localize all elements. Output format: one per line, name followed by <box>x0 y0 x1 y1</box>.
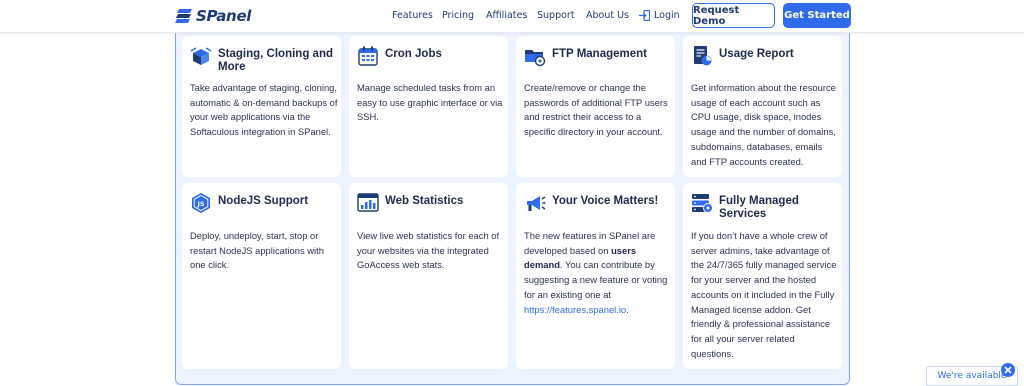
web-stats-icon <box>357 192 379 214</box>
box-icon <box>190 45 212 67</box>
feature-card-fully-managed: Fully Managed Services If you don’t have… <box>683 183 842 369</box>
login-label: Login <box>654 10 680 21</box>
card-title: FTP Management <box>552 48 647 60</box>
card-description: The new features in SPanel are developed… <box>524 230 668 315</box>
svg-text:JS: JS <box>196 200 204 208</box>
card-title: Staging, Cloning and More <box>218 48 333 73</box>
folder-gear-icon <box>524 45 546 67</box>
spanel-logo-icon <box>175 9 192 23</box>
nav-about-us[interactable]: About Us <box>586 10 629 21</box>
card-description: If you don’t have a whole crew of server… <box>691 230 837 359</box>
card-title: Web Statistics <box>385 195 464 207</box>
card-description: Deploy, undeploy, start, stop or restart… <box>190 230 324 271</box>
calendar-icon <box>357 45 379 67</box>
close-icon[interactable] <box>1001 363 1015 377</box>
features-link[interactable]: https://features.spanel.io <box>524 304 626 315</box>
card-title: Fully Managed Services <box>719 195 799 220</box>
feature-card-cron-jobs: Cron Jobs Manage scheduled tasks from an… <box>349 36 508 177</box>
megaphone-icon <box>524 192 546 214</box>
features-grid: Staging, Cloning and More Take advantage … <box>175 20 850 385</box>
feature-card-web-statistics: Web Statistics View live web statistics … <box>349 183 508 369</box>
logo-text: SPanel <box>196 7 252 25</box>
card-description: Get information about the resource usage… <box>691 82 836 167</box>
top-navbar: SPanel Features Pricing Affiliates Suppo… <box>0 0 1024 33</box>
card-description: Create/remove or change the passwords of… <box>524 82 668 138</box>
nav-login[interactable]: Login <box>639 10 680 21</box>
card-description: View live web statistics for each of you… <box>357 230 500 271</box>
card-title: Usage Report <box>719 48 794 60</box>
feature-card-ftp-management: FTP Management Create/remove or change t… <box>516 36 675 177</box>
card-title: NodeJS Support <box>218 195 309 207</box>
feature-card-usage-report: Usage Report Get information about the r… <box>683 36 842 177</box>
card-description: Manage scheduled tasks from an easy to u… <box>357 82 503 123</box>
nodejs-icon: JS <box>190 192 212 214</box>
feature-card-nodejs: JS NodeJS Support Deploy, undeploy, star… <box>182 183 341 369</box>
feature-card-your-voice: Your Voice Matters! The new features in … <box>516 183 675 369</box>
card-title: Cron Jobs <box>385 48 442 60</box>
nav-affiliates[interactable]: Affiliates <box>486 10 527 21</box>
card-title: Your Voice Matters! <box>552 195 659 207</box>
nav-support[interactable]: Support <box>537 10 575 21</box>
nav-features[interactable]: Features <box>392 10 433 21</box>
spanel-logo[interactable]: SPanel <box>175 7 251 25</box>
feature-card-staging: Staging, Cloning and More Take advantage … <box>182 36 341 177</box>
server-icon <box>691 192 713 214</box>
get-started-button[interactable]: Get Started <box>783 3 851 28</box>
report-icon <box>691 45 713 67</box>
request-demo-button[interactable]: Request Demo <box>692 3 775 28</box>
card-description: Take advantage of staging, cloning, auto… <box>190 82 338 138</box>
nav-pricing[interactable]: Pricing <box>442 10 474 21</box>
login-icon <box>639 10 650 21</box>
